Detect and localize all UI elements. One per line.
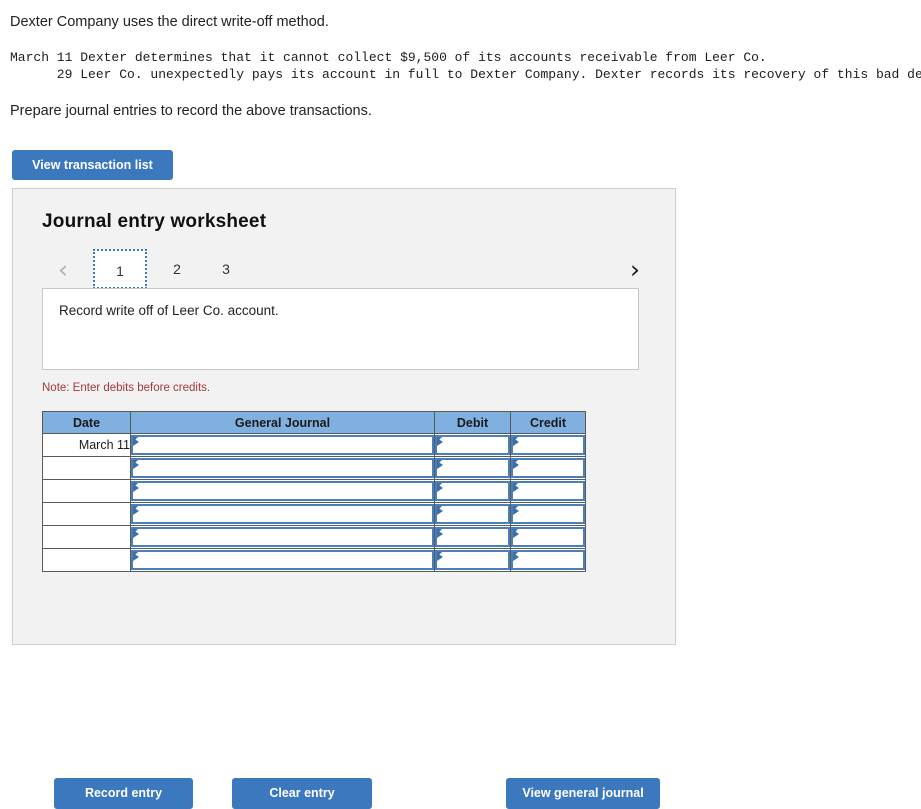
table-row — [42, 502, 586, 526]
worksheet-title: Journal entry worksheet — [42, 211, 267, 232]
worksheet-pager: ‹ 1 2 3 › — [41, 249, 649, 291]
chevron-left-icon[interactable]: ‹ — [50, 249, 76, 291]
column-header-general-journal: General Journal — [130, 411, 435, 434]
column-header-date: Date — [42, 411, 131, 434]
journal-journal-input-cell[interactable] — [130, 525, 435, 549]
journal-credit-input-cell[interactable] — [510, 456, 586, 480]
journal-debit-input-cell[interactable] — [434, 525, 511, 549]
journal-entry-worksheet-panel: Journal entry worksheet ‹ 1 2 3 › Record… — [12, 188, 676, 809]
journal-debit-input[interactable] — [435, 504, 510, 524]
journal-credit-input-cell[interactable] — [510, 433, 586, 457]
journal-journal-input[interactable] — [131, 527, 434, 547]
journal-credit-input-cell[interactable] — [510, 479, 586, 503]
chevron-right-icon[interactable]: › — [622, 249, 648, 291]
journal-credit-input[interactable] — [511, 550, 585, 570]
table-row — [42, 525, 586, 549]
table-row — [42, 548, 586, 572]
table-header-row: Date General Journal Debit Credit — [42, 411, 586, 434]
journal-journal-input-cell[interactable] — [130, 433, 435, 457]
entry-description-text: Record write off of Leer Co. account. — [59, 303, 279, 318]
general-journal-table: Date General Journal Debit Credit March … — [42, 411, 586, 572]
journal-date-cell[interactable] — [42, 479, 131, 503]
journal-date-cell[interactable] — [42, 502, 131, 526]
journal-credit-input[interactable] — [511, 435, 585, 455]
worksheet-tab-1[interactable]: 1 — [93, 249, 147, 289]
journal-debit-input[interactable] — [435, 527, 510, 547]
view-general-journal-button[interactable]: View general journal — [506, 778, 660, 809]
journal-debit-input[interactable] — [435, 550, 510, 570]
problem-statement: Dexter Company uses the direct write-off… — [10, 12, 921, 121]
column-header-credit: Credit — [510, 411, 586, 434]
journal-journal-input[interactable] — [131, 458, 434, 478]
journal-credit-input[interactable] — [511, 481, 585, 501]
journal-credit-input[interactable] — [511, 527, 585, 547]
view-transaction-list-button[interactable]: View transaction list — [12, 150, 173, 180]
clear-entry-button[interactable]: Clear entry — [232, 778, 372, 809]
worksheet-tab-2[interactable]: 2 — [159, 249, 195, 289]
journal-credit-input[interactable] — [511, 458, 585, 478]
journal-credit-input-cell[interactable] — [510, 548, 586, 572]
column-header-debit: Debit — [434, 411, 511, 434]
table-row: March 11 — [42, 433, 586, 457]
journal-date-cell[interactable] — [42, 525, 131, 549]
journal-journal-input-cell[interactable] — [130, 502, 435, 526]
journal-date-cell[interactable] — [42, 548, 131, 572]
journal-credit-input-cell[interactable] — [510, 525, 586, 549]
journal-debit-input[interactable] — [435, 435, 510, 455]
transaction-line-1: March 11 Dexter determines that it canno… — [10, 50, 767, 65]
entry-description-box: Record write off of Leer Co. account. — [42, 288, 639, 370]
journal-debit-input[interactable] — [435, 481, 510, 501]
journal-debit-input-cell[interactable] — [434, 433, 511, 457]
journal-journal-input[interactable] — [131, 550, 434, 570]
transaction-line-2: 29 Leer Co. unexpectedly pays its accoun… — [10, 67, 921, 82]
table-row — [42, 456, 586, 480]
problem-instruction: Prepare journal entries to record the ab… — [10, 103, 372, 119]
journal-debit-input-cell[interactable] — [434, 548, 511, 572]
journal-debit-input-cell[interactable] — [434, 479, 511, 503]
debits-before-credits-note: Note: Enter debits before credits. — [42, 382, 211, 394]
journal-journal-input-cell[interactable] — [130, 479, 435, 503]
record-entry-button[interactable]: Record entry — [54, 778, 193, 809]
journal-credit-input-cell[interactable] — [510, 502, 586, 526]
journal-journal-input[interactable] — [131, 504, 434, 524]
journal-journal-input[interactable] — [131, 435, 434, 455]
journal-journal-input-cell[interactable] — [130, 548, 435, 572]
journal-journal-input[interactable] — [131, 481, 434, 501]
worksheet-tab-3[interactable]: 3 — [208, 249, 244, 289]
general-journal-table-body: March 11 — [42, 433, 586, 572]
journal-debit-input-cell[interactable] — [434, 456, 511, 480]
journal-debit-input-cell[interactable] — [434, 502, 511, 526]
table-row — [42, 479, 586, 503]
problem-intro-line: Dexter Company uses the direct write-off… — [10, 14, 329, 30]
transaction-list: March 11 Dexter determines that it canno… — [10, 49, 921, 83]
journal-date-cell[interactable] — [42, 456, 131, 480]
journal-debit-input[interactable] — [435, 458, 510, 478]
journal-credit-input[interactable] — [511, 504, 585, 524]
journal-journal-input-cell[interactable] — [130, 456, 435, 480]
journal-date-cell[interactable]: March 11 — [42, 433, 131, 457]
